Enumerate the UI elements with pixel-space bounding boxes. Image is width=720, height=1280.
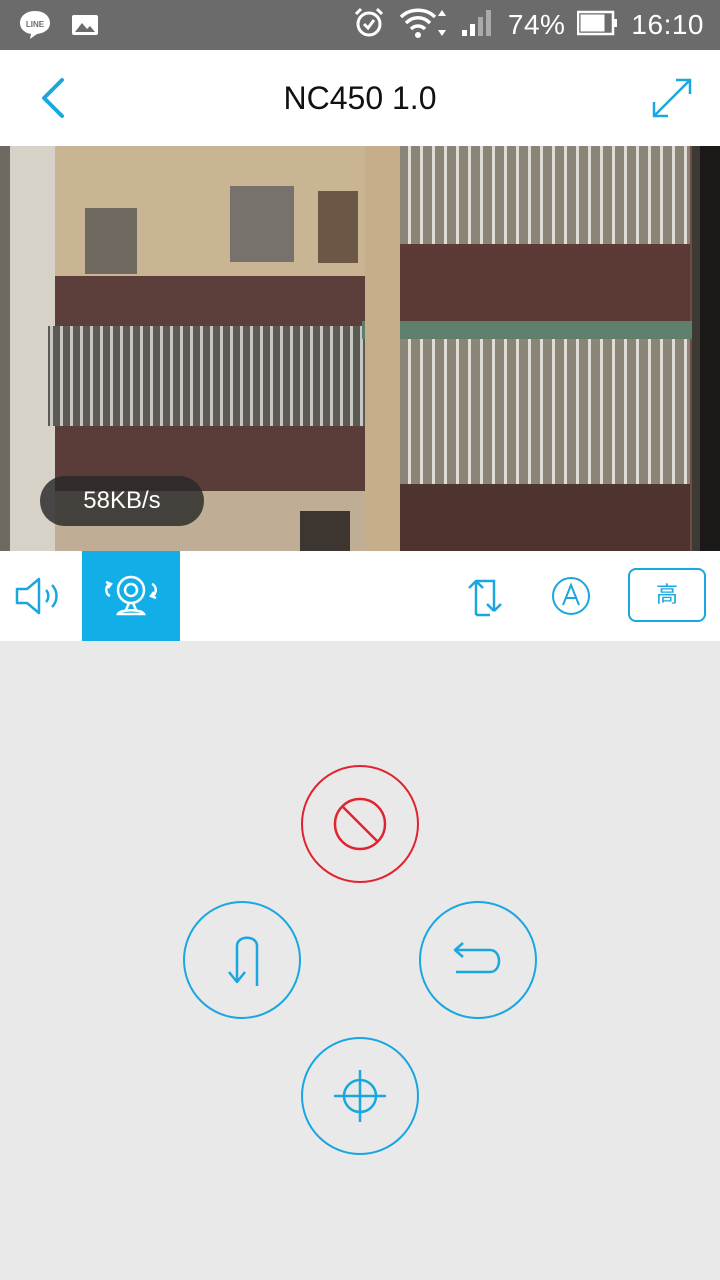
stop-button[interactable] <box>301 765 419 883</box>
u-turn-icon <box>228 936 259 986</box>
clock: 16:10 <box>631 9 704 40</box>
line-icon: LINE <box>18 8 52 47</box>
wifi-icon <box>398 6 448 45</box>
fullscreen-button[interactable] <box>650 76 694 120</box>
status-bar: LINE 74% 16:10 <box>0 0 720 50</box>
return-icon <box>453 942 501 974</box>
expand-icon <box>652 78 692 118</box>
speaker-icon <box>15 577 58 615</box>
pan-tilt-button[interactable] <box>82 551 180 641</box>
app-bar: NC450 1.0 <box>0 50 720 146</box>
battery-icon <box>577 10 619 41</box>
svg-text:LINE: LINE <box>26 20 45 29</box>
page-title: NC450 1.0 <box>283 80 437 116</box>
crosshair-icon <box>334 1070 386 1122</box>
alarm-icon <box>352 6 386 45</box>
bitrate-badge: 58KB/s <box>40 476 204 526</box>
gallery-icon <box>70 12 100 43</box>
battery-percent: 74% <box>507 9 566 40</box>
auto-mode-button[interactable] <box>542 551 600 641</box>
video-quality-button[interactable]: 高 <box>628 568 706 622</box>
stop-icon <box>333 797 387 851</box>
camera-pan-icon <box>105 575 157 616</box>
flip-button[interactable] <box>456 551 516 641</box>
u-turn-button[interactable] <box>183 901 301 1019</box>
camera-toolbar: 高 <box>0 551 720 641</box>
center-button[interactable] <box>301 1037 419 1155</box>
auto-icon <box>552 577 590 615</box>
speaker-button[interactable] <box>0 551 82 641</box>
signal-icon <box>460 8 496 43</box>
flip-icon <box>468 579 502 617</box>
return-button[interactable] <box>419 901 537 1019</box>
